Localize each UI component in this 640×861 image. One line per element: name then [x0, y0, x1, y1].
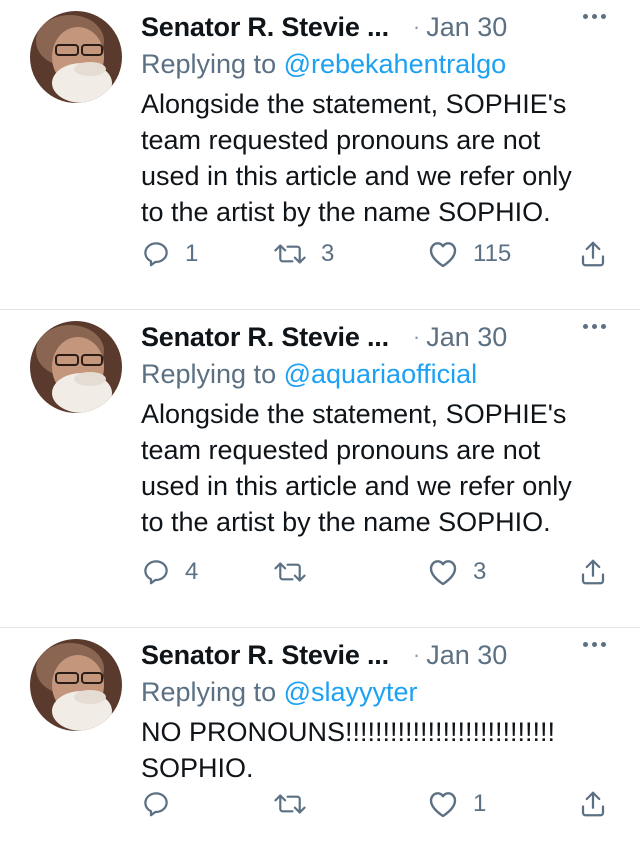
reply-button[interactable]: 1: [141, 239, 198, 269]
tweet-date[interactable]: Jan 30: [426, 640, 507, 671]
tweet-content: Senator R. Stevie ... · Jan 30 Replying …: [141, 10, 611, 309]
retweet-button[interactable]: [273, 557, 321, 587]
like-count: 3: [473, 558, 487, 585]
tweet-text: Alongside the statement, SOPHIE's team r…: [141, 89, 572, 227]
tweet-text: NO PRONOUNS!!!!!!!!!!!!!!!!!!!!!!!!!!!! …: [141, 717, 556, 783]
replying-prefix: Replying to: [141, 677, 284, 707]
share-button[interactable]: [578, 239, 608, 269]
retweet-icon: [274, 562, 306, 582]
reply-handle-link[interactable]: @aquariaofficial: [284, 359, 478, 389]
reply-icon: [144, 242, 168, 267]
replying-to: Replying to @aquariaofficial: [141, 359, 611, 395]
share-button[interactable]: [578, 789, 608, 819]
replying-to: Replying to @slayyyter: [141, 677, 611, 713]
reply-button[interactable]: [141, 789, 185, 819]
author-name[interactable]: Senator R. Stevie ...: [141, 640, 389, 671]
reply-icon: [144, 560, 168, 585]
author-name[interactable]: Senator R. Stevie ...: [141, 12, 389, 43]
reply-button[interactable]: 4: [141, 557, 198, 587]
reply-handle-link[interactable]: @slayyyter: [284, 677, 418, 707]
like-icon: [429, 242, 457, 268]
tweet[interactable]: Senator R. Stevie ... · Jan 30 Replying …: [0, 628, 640, 861]
reply-count: 4: [185, 558, 199, 585]
like-button[interactable]: 3: [427, 557, 486, 587]
retweet-icon: [274, 244, 306, 264]
reply-count: 1: [185, 240, 199, 267]
share-button[interactable]: [578, 557, 608, 587]
tweet-feed: Senator R. Stevie ... · Jan 30 Replying …: [0, 0, 640, 861]
separator-dot: ·: [412, 14, 421, 39]
like-button[interactable]: 1: [427, 789, 486, 819]
retweet-icon: [274, 794, 306, 814]
replying-prefix: Replying to: [141, 49, 284, 79]
more-icon[interactable]: [583, 324, 606, 329]
retweet-button[interactable]: [273, 789, 321, 819]
like-icon: [429, 792, 457, 818]
tweet-text: Alongside the statement, SOPHIE's team r…: [141, 399, 572, 537]
retweet-count: 3: [321, 240, 335, 267]
like-button[interactable]: 115: [427, 239, 511, 269]
tweet[interactable]: Senator R. Stevie ... · Jan 30 Replying …: [0, 310, 640, 628]
retweet-button[interactable]: 3: [273, 239, 334, 269]
share-icon: [581, 241, 605, 267]
tweet-content: Senator R. Stevie ... · Jan 30 Replying …: [141, 320, 611, 627]
tweet-date[interactable]: Jan 30: [426, 12, 507, 43]
more-icon[interactable]: [583, 14, 606, 19]
avatar[interactable]: [30, 321, 122, 413]
tweet[interactable]: Senator R. Stevie ... · Jan 30 Replying …: [0, 0, 640, 310]
reply-handle-link[interactable]: @rebekahentralgo: [284, 49, 507, 79]
like-count: 115: [473, 240, 512, 267]
avatar[interactable]: [30, 11, 122, 103]
separator-dot: ·: [412, 642, 421, 667]
reply-icon: [144, 792, 168, 817]
avatar[interactable]: [30, 639, 122, 731]
tweet-header: Senator R. Stevie ... · Jan 30: [141, 320, 611, 354]
share-icon: [581, 559, 605, 585]
like-count: 1: [473, 790, 487, 817]
author-name[interactable]: Senator R. Stevie ...: [141, 322, 389, 353]
more-icon[interactable]: [583, 642, 606, 647]
like-icon: [429, 560, 457, 586]
replying-prefix: Replying to: [141, 359, 284, 389]
tweet-header: Senator R. Stevie ... · Jan 30: [141, 638, 611, 672]
tweet-header: Senator R. Stevie ... · Jan 30: [141, 10, 611, 44]
share-icon: [581, 791, 605, 817]
tweet-date[interactable]: Jan 30: [426, 322, 507, 353]
replying-to: Replying to @rebekahentralgo: [141, 49, 611, 85]
separator-dot: ·: [412, 324, 421, 349]
tweet-content: Senator R. Stevie ... · Jan 30 Replying …: [141, 638, 611, 861]
